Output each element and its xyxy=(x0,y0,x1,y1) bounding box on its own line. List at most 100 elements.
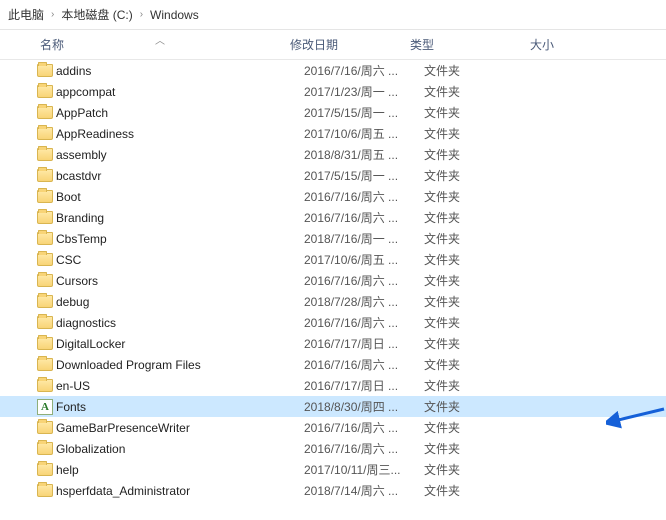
file-type: 文件夹 xyxy=(424,314,544,331)
column-headers: ︿ 名称 修改日期 类型 大小 xyxy=(0,30,666,60)
file-row[interactable]: appcompat2017/1/23/周一 ...文件夹 xyxy=(0,81,666,102)
breadcrumb-part[interactable]: 本地磁盘 (C:) xyxy=(61,6,132,23)
file-date: 2016/7/17/周日 ... xyxy=(304,377,424,394)
breadcrumb[interactable]: 此电脑 › 本地磁盘 (C:) › Windows xyxy=(0,0,666,30)
file-name: Cursors xyxy=(56,274,304,288)
column-header-size[interactable]: 大小 xyxy=(530,36,610,53)
file-name: DigitalLocker xyxy=(56,337,304,351)
column-header-type[interactable]: 类型 xyxy=(410,36,530,53)
file-row[interactable]: Globalization2016/7/16/周六 ...文件夹 xyxy=(0,438,666,459)
file-type: 文件夹 xyxy=(424,62,544,79)
file-date: 2016/7/16/周六 ... xyxy=(304,62,424,79)
file-type: 文件夹 xyxy=(424,188,544,205)
folder-icon xyxy=(34,127,56,140)
chevron-right-icon: › xyxy=(48,9,57,20)
file-type: 文件夹 xyxy=(424,377,544,394)
file-row[interactable]: bcastdvr2017/5/15/周一 ...文件夹 xyxy=(0,165,666,186)
file-name: appcompat xyxy=(56,85,304,99)
folder-icon xyxy=(34,358,56,371)
file-name: en-US xyxy=(56,379,304,393)
file-type: 文件夹 xyxy=(424,209,544,226)
file-row[interactable]: addins2016/7/16/周六 ...文件夹 xyxy=(0,60,666,81)
file-name: GameBarPresenceWriter xyxy=(56,421,304,435)
file-date: 2016/7/16/周六 ... xyxy=(304,440,424,457)
file-name: Boot xyxy=(56,190,304,204)
folder-icon xyxy=(34,85,56,98)
file-date: 2018/7/14/周六 ... xyxy=(304,482,424,499)
fonts-folder-icon: A xyxy=(34,399,56,415)
column-header-name[interactable]: 名称 xyxy=(40,36,290,53)
file-type: 文件夹 xyxy=(424,251,544,268)
file-name: AppReadiness xyxy=(56,127,304,141)
file-row[interactable]: hsperfdata_Administrator2018/7/14/周六 ...… xyxy=(0,480,666,501)
file-list: addins2016/7/16/周六 ...文件夹appcompat2017/1… xyxy=(0,60,666,520)
file-type: 文件夹 xyxy=(424,230,544,247)
file-row[interactable]: Boot2016/7/16/周六 ...文件夹 xyxy=(0,186,666,207)
file-row[interactable]: Cursors2016/7/16/周六 ...文件夹 xyxy=(0,270,666,291)
file-row[interactable]: AppPatch2017/5/15/周一 ...文件夹 xyxy=(0,102,666,123)
folder-icon xyxy=(34,337,56,350)
file-date: 2017/1/23/周一 ... xyxy=(304,83,424,100)
file-row[interactable]: AppReadiness2017/10/6/周五 ...文件夹 xyxy=(0,123,666,144)
file-type: 文件夹 xyxy=(424,272,544,289)
folder-icon xyxy=(34,190,56,203)
file-type: 文件夹 xyxy=(424,146,544,163)
folder-icon xyxy=(34,442,56,455)
chevron-right-icon: › xyxy=(137,9,146,20)
file-row[interactable]: Branding2016/7/16/周六 ...文件夹 xyxy=(0,207,666,228)
folder-icon xyxy=(34,463,56,476)
file-name: bcastdvr xyxy=(56,169,304,183)
file-type: 文件夹 xyxy=(424,461,544,478)
folder-icon xyxy=(34,295,56,308)
file-date: 2018/7/28/周六 ... xyxy=(304,293,424,310)
file-row[interactable]: GameBarPresenceWriter2016/7/16/周六 ...文件夹 xyxy=(0,417,666,438)
file-name: hsperfdata_Administrator xyxy=(56,484,304,498)
sort-indicator-icon: ︿ xyxy=(155,32,165,47)
folder-icon xyxy=(34,106,56,119)
file-row[interactable]: DigitalLocker2016/7/17/周日 ...文件夹 xyxy=(0,333,666,354)
file-date: 2016/7/16/周六 ... xyxy=(304,272,424,289)
file-row[interactable]: debug2018/7/28/周六 ...文件夹 xyxy=(0,291,666,312)
file-row[interactable]: assembly2018/8/31/周五 ...文件夹 xyxy=(0,144,666,165)
breadcrumb-part[interactable]: Windows xyxy=(150,8,199,22)
file-date: 2018/8/31/周五 ... xyxy=(304,146,424,163)
file-date: 2017/10/6/周五 ... xyxy=(304,251,424,268)
folder-icon xyxy=(34,211,56,224)
file-row[interactable]: CbsTemp2018/7/16/周一 ...文件夹 xyxy=(0,228,666,249)
file-date: 2017/10/6/周五 ... xyxy=(304,125,424,142)
file-type: 文件夹 xyxy=(424,419,544,436)
file-row[interactable]: CSC2017/10/6/周五 ...文件夹 xyxy=(0,249,666,270)
folder-icon xyxy=(34,169,56,182)
file-type: 文件夹 xyxy=(424,83,544,100)
folder-icon xyxy=(34,274,56,287)
file-row[interactable]: en-US2016/7/17/周日 ...文件夹 xyxy=(0,375,666,396)
file-name: Downloaded Program Files xyxy=(56,358,304,372)
file-date: 2016/7/16/周六 ... xyxy=(304,356,424,373)
file-name: help xyxy=(56,463,304,477)
file-date: 2016/7/16/周六 ... xyxy=(304,419,424,436)
folder-icon xyxy=(34,148,56,161)
file-date: 2016/7/17/周日 ... xyxy=(304,335,424,352)
file-row[interactable]: diagnostics2016/7/16/周六 ...文件夹 xyxy=(0,312,666,333)
file-type: 文件夹 xyxy=(424,398,544,415)
column-header-date[interactable]: 修改日期 xyxy=(290,36,410,53)
file-row[interactable]: help2017/10/11/周三...文件夹 xyxy=(0,459,666,480)
file-type: 文件夹 xyxy=(424,482,544,499)
file-date: 2017/5/15/周一 ... xyxy=(304,167,424,184)
file-type: 文件夹 xyxy=(424,356,544,373)
file-date: 2018/7/16/周一 ... xyxy=(304,230,424,247)
file-row[interactable]: Downloaded Program Files2016/7/16/周六 ...… xyxy=(0,354,666,375)
file-type: 文件夹 xyxy=(424,167,544,184)
file-row[interactable]: AFonts2018/8/30/周四 ...文件夹 xyxy=(0,396,666,417)
file-date: 2016/7/16/周六 ... xyxy=(304,314,424,331)
file-name: Fonts xyxy=(56,400,304,414)
file-date: 2016/7/16/周六 ... xyxy=(304,209,424,226)
breadcrumb-part[interactable]: 此电脑 xyxy=(8,6,44,23)
file-type: 文件夹 xyxy=(424,293,544,310)
file-type: 文件夹 xyxy=(424,335,544,352)
file-date: 2017/5/15/周一 ... xyxy=(304,104,424,121)
file-date: 2017/10/11/周三... xyxy=(304,461,424,478)
file-type: 文件夹 xyxy=(424,125,544,142)
folder-icon xyxy=(34,484,56,497)
file-name: diagnostics xyxy=(56,316,304,330)
